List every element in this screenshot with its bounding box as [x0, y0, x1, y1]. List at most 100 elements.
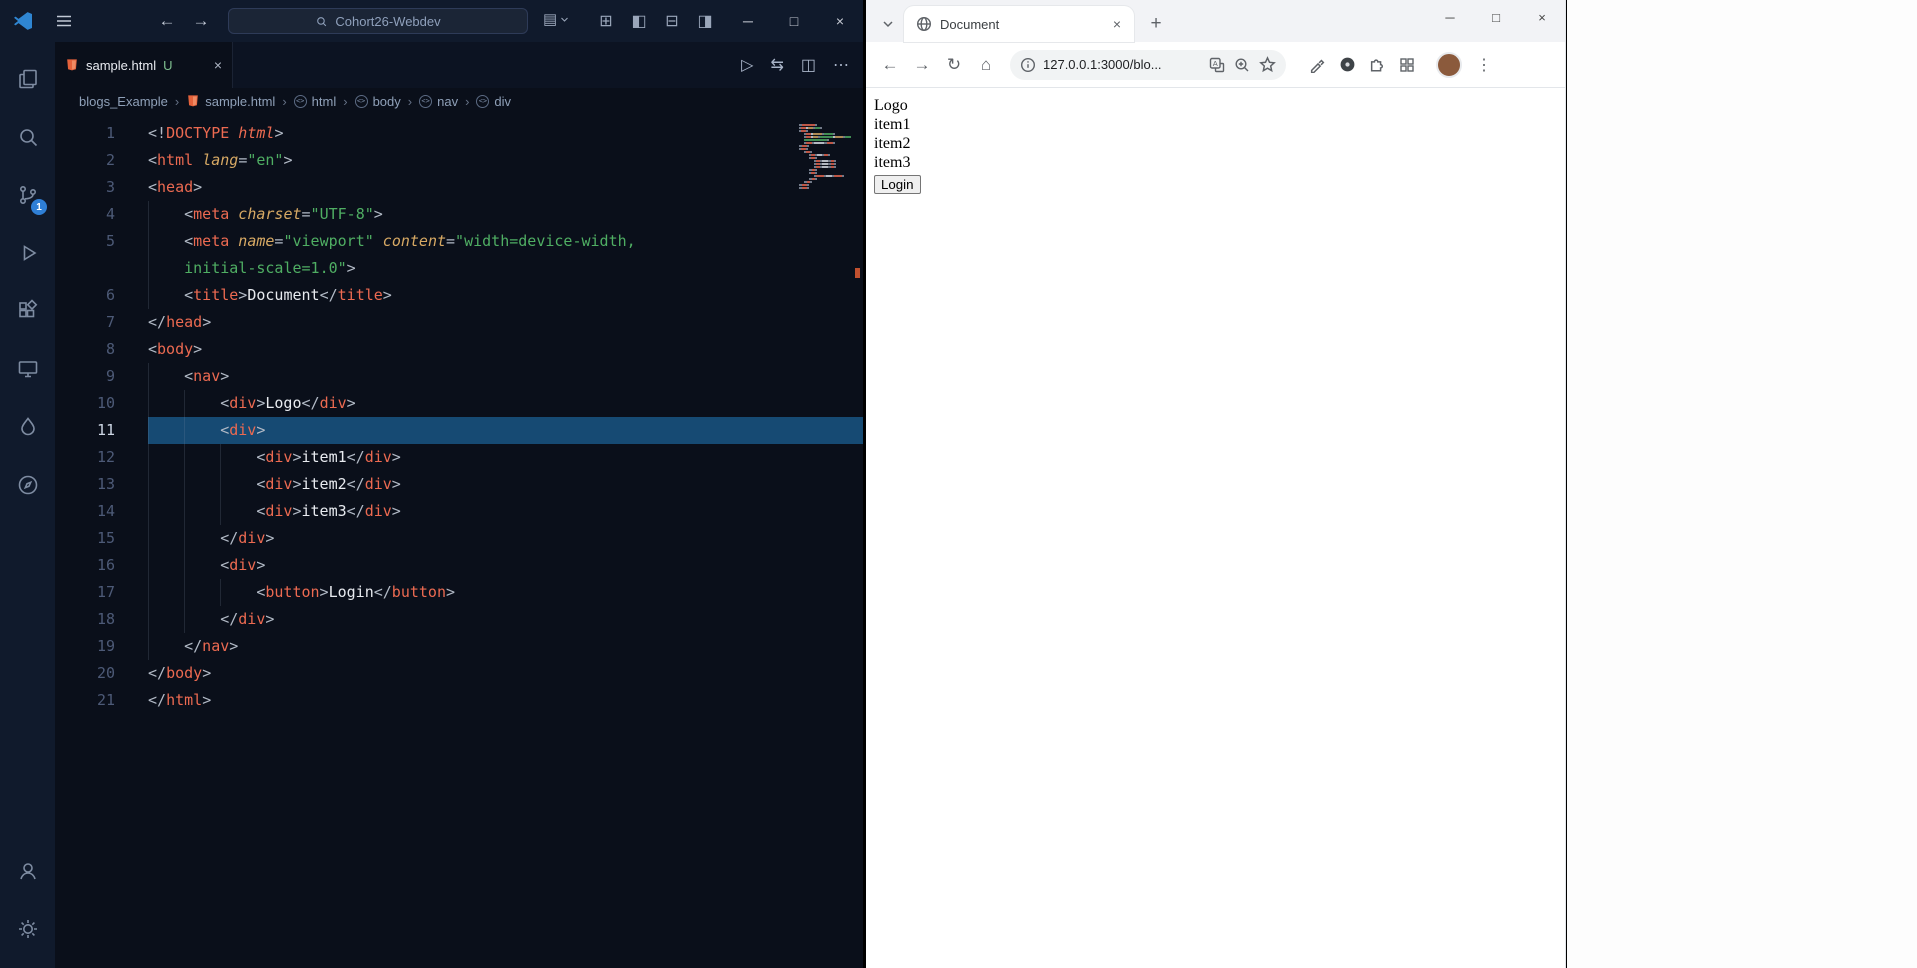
login-button[interactable]: Login	[874, 175, 921, 194]
code-line[interactable]: 6 <title>Document</title>	[55, 282, 863, 309]
indent-guide	[184, 579, 220, 606]
html-file-icon	[188, 95, 199, 107]
sidebar-item-azure[interactable]	[0, 398, 55, 456]
code-line[interactable]: 17 <button>Login</button>	[55, 579, 863, 606]
translate-icon[interactable]: A	[1208, 56, 1226, 74]
code-line[interactable]: 20 </body>	[55, 660, 863, 687]
breadcrumb-item-body[interactable]: body	[354, 93, 401, 109]
vscode-window-controls: ─ □ ×	[725, 0, 863, 42]
line-number: 5	[105, 232, 115, 250]
globe-favicon	[916, 16, 932, 32]
maximize-button[interactable]: □	[1473, 0, 1519, 34]
breadcrumb-item-sample.html[interactable]: sample.html	[186, 94, 275, 109]
breadcrumb-label: body	[372, 93, 401, 109]
breadcrumb-item-blogs_Example[interactable]: blogs_Example	[79, 94, 168, 109]
close-button[interactable]: ×	[1519, 0, 1565, 34]
sidebar-item-account[interactable]	[0, 842, 55, 900]
maximize-button[interactable]: □	[771, 0, 817, 42]
code-line[interactable]: 9 <nav>	[55, 363, 863, 390]
breadcrumb-item-html[interactable]: html	[293, 94, 336, 109]
toggle-sidebar-right-icon[interactable]: ◨	[695, 11, 715, 31]
minimize-button[interactable]: ─	[725, 0, 771, 42]
profile-avatar[interactable]	[1436, 51, 1462, 78]
dark-extension-icon[interactable]	[1332, 50, 1362, 80]
more-actions-icon[interactable]: ⋯	[833, 55, 849, 75]
code-line[interactable]: 1 <!DOCTYPE html>	[55, 120, 863, 147]
code-line[interactable]: 2 <html lang="en">	[55, 147, 863, 174]
apps-grid-icon[interactable]	[1392, 50, 1422, 80]
indent-guide	[148, 201, 184, 228]
site-info-icon[interactable]	[1020, 57, 1036, 73]
sidebar-item-extensions[interactable]	[0, 282, 55, 340]
toggle-sidebar-left-icon[interactable]: ◧	[629, 11, 649, 31]
command-center-search[interactable]: Cohort26-Webdev	[228, 8, 528, 34]
new-tab-button[interactable]: +	[1142, 10, 1170, 38]
chevron-down-icon	[883, 21, 893, 28]
browser-tab-document[interactable]: Document ×	[904, 6, 1134, 42]
forward-button[interactable]: →	[906, 49, 938, 81]
zoom-icon[interactable]	[1233, 56, 1251, 74]
line-number: 2	[105, 151, 115, 169]
code-line[interactable]: 21 </html>	[55, 687, 863, 714]
code-editor[interactable]: 1 <!DOCTYPE html> 2 <html lang="en"> 3 <head>…	[55, 114, 863, 968]
tab-close-icon[interactable]: ×	[1108, 15, 1126, 33]
code-line[interactable]: 7 </head>	[55, 309, 863, 336]
line-number: 3	[105, 178, 115, 196]
code-line[interactable]: 14 <div>item3</div>	[55, 498, 863, 525]
grid-layout-icon[interactable]: ⊞	[596, 11, 616, 31]
nav-back-button[interactable]: ←	[152, 0, 182, 42]
browser-menu-icon[interactable]: ⋮	[1470, 50, 1498, 80]
nav-forward-button[interactable]: →	[186, 0, 216, 42]
code-line[interactable]: 13 <div>item2</div>	[55, 471, 863, 498]
code-text: </nav>	[148, 633, 863, 660]
sidebar-item-search[interactable]	[0, 108, 55, 166]
browser-toolbar: ← → ↻ ⌂ 127.0.0.1:3000/blo... A ⋮	[866, 42, 1565, 88]
colorpicker-extension-icon[interactable]	[1302, 50, 1332, 80]
code-line[interactable]: 4 <meta charset="UTF-8">	[55, 201, 863, 228]
code-line[interactable]: 19 </nav>	[55, 633, 863, 660]
breadcrumb-item-div[interactable]: div	[476, 94, 511, 109]
tab-sample-html[interactable]: sample.html U ×	[55, 42, 233, 88]
code-line[interactable]: 16 <div>	[55, 552, 863, 579]
close-button[interactable]: ×	[817, 0, 863, 42]
split-editor-icon[interactable]: ◫	[801, 55, 816, 75]
tab-search-button[interactable]	[874, 10, 902, 38]
minimap-line	[799, 133, 851, 135]
minimap-line	[799, 187, 851, 189]
back-button[interactable]: ←	[874, 49, 906, 81]
code-line[interactable]: 5 <meta name="viewport" content="width=de…	[55, 228, 863, 255]
line-number: 11	[96, 421, 115, 439]
menu-hamburger-icon[interactable]	[54, 11, 74, 31]
code-text: <nav>	[148, 363, 863, 390]
tab-close-icon[interactable]: ×	[214, 57, 222, 73]
sidebar-item-source-control[interactable]: 1	[0, 166, 55, 224]
bookmark-star-icon[interactable]	[1258, 56, 1276, 74]
minimap[interactable]	[799, 124, 851, 190]
code-line[interactable]: 12 <div>item1</div>	[55, 444, 863, 471]
minimize-button[interactable]: ─	[1427, 0, 1473, 34]
code-line[interactable]: 3 <head>	[55, 174, 863, 201]
sidebar-item-remote-explorer[interactable]	[0, 340, 55, 398]
open-changes-icon[interactable]: ⇆	[770, 55, 783, 75]
sidebar-item-settings[interactable]	[0, 900, 55, 958]
breadcrumb-item-nav[interactable]: nav	[419, 94, 458, 109]
code-line[interactable]: initial-scale=1.0">	[55, 255, 863, 282]
sidebar-item-run-debug[interactable]	[0, 224, 55, 282]
sidebar-item-explorer[interactable]	[0, 50, 55, 108]
run-file-icon[interactable]: ▷	[741, 55, 753, 75]
code-line[interactable]: 8 <body>	[55, 336, 863, 363]
code-line[interactable]: 18 </div>	[55, 606, 863, 633]
line-number: 19	[96, 637, 115, 655]
customize-layout-button[interactable]: ▤	[543, 10, 569, 28]
sidebar-item-browser-preview[interactable]	[0, 456, 55, 514]
code-line[interactable]: 11 <div>	[55, 417, 863, 444]
address-bar[interactable]: 127.0.0.1:3000/blo... A	[1010, 49, 1286, 80]
code-line[interactable]: 10 <div>Logo</div>	[55, 390, 863, 417]
toggle-panel-icon[interactable]: ⊟	[662, 11, 682, 31]
code-line[interactable]: 15 </div>	[55, 525, 863, 552]
reload-button[interactable]: ↻	[938, 49, 970, 81]
home-button[interactable]: ⌂	[970, 49, 1002, 81]
code-text: <button>Login</button>	[148, 579, 863, 606]
code-text: </div>	[148, 606, 863, 633]
extensions-puzzle-icon[interactable]	[1362, 50, 1392, 80]
